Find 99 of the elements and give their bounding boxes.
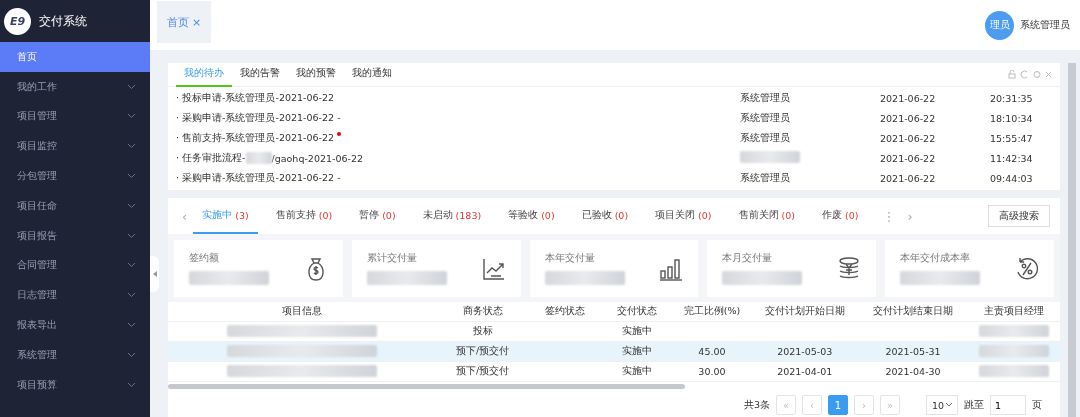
table-cell: 45.00 — [698, 346, 726, 357]
kpi-label: 本年交付量 — [544, 252, 596, 265]
todo-time: 09:44:03 — [990, 172, 1034, 184]
chevron-down-icon — [127, 381, 136, 388]
page-tab[interactable]: 首页 × — [157, 1, 212, 43]
app-title: 交付系统 — [39, 12, 87, 30]
chevron-down-icon — [127, 351, 136, 358]
page-size-select[interactable]: 10 — [926, 395, 958, 415]
table-cell: 实施中 — [622, 365, 653, 376]
sidebar-item[interactable]: 报表导出 — [0, 310, 150, 340]
column-header: 交付状态 — [616, 305, 659, 318]
unread-dot — [337, 132, 342, 136]
chevron-down-icon — [127, 292, 136, 299]
table-row[interactable]: 投标 实施中 — [168, 322, 1060, 342]
todo-user: 系统管理员 — [740, 91, 791, 105]
todo-date: 2021-06-22 — [880, 92, 937, 104]
page-unit: 页 — [1032, 398, 1042, 412]
status-tab[interactable]: 售前关闭 (0) — [729, 198, 805, 234]
todo-user: 系统管理员 — [740, 131, 791, 145]
chevron-down-icon — [127, 113, 136, 120]
vertical-scrollbar[interactable] — [1068, 63, 1076, 417]
table-cell: 30.00 — [698, 366, 726, 377]
status-tab[interactable]: 作废 (0) — [813, 198, 868, 234]
todo-title[interactable]: · 投标申请-系统管理员-2021-06-22 — [176, 91, 740, 105]
panel-tools-drawing[interactable] — [1008, 70, 1052, 79]
kpi-label: 累计交付量 — [366, 252, 418, 265]
logo: E9 — [4, 7, 31, 35]
total-count: 共3条 — [743, 398, 770, 412]
todo-date: 2021-06-22 — [880, 172, 937, 184]
status-tab[interactable]: 项目关闭 (0) — [646, 198, 721, 234]
chevron-down-icon — [127, 202, 136, 209]
table-cell: 2021-05-03 — [777, 346, 833, 357]
status-tab[interactable]: 暂停 (0) — [350, 198, 405, 234]
table-cell: 2021-04-30 — [885, 366, 941, 377]
table-cell: 2021-05-31 — [885, 346, 941, 357]
table-cell: 预下/预交付 — [455, 365, 510, 376]
chevron-down-icon — [127, 262, 136, 269]
sidebar-item[interactable]: 合同管理 — [0, 250, 150, 281]
column-header: 签约状态 — [544, 305, 586, 318]
percent-icon — [1014, 255, 1040, 282]
table-cell: 实施中 — [622, 345, 653, 356]
todo-title[interactable]: · 售前支持-系统管理员-2021-06-22 — [176, 131, 740, 145]
todo-title[interactable]: · 采购申请-系统管理员-2021-06-22 - — [176, 111, 740, 125]
todo-time: 18:10:34 — [990, 112, 1034, 124]
status-tab[interactable]: 未启动 (183) — [413, 198, 491, 234]
table-row[interactable]: 预下/预交付 实施中 30.00 2021-04-01 2021-04-30 — [168, 362, 1060, 382]
column-header: 主责项目经理 — [982, 305, 1045, 318]
sidebar-item[interactable]: 项目报告 — [0, 220, 150, 251]
close-icon[interactable]: × — [192, 15, 202, 29]
table-cell: 投标 — [472, 325, 493, 336]
todo-date: 2021-06-22 — [880, 152, 937, 164]
column-header: 完工比例(%) — [682, 305, 742, 318]
column-header: 项目信息 — [281, 305, 324, 318]
sidebar-item[interactable]: 系统管理 — [0, 339, 150, 370]
todo-date: 2021-06-22 — [880, 112, 937, 124]
todo-user: 系统管理员 — [740, 111, 791, 125]
advanced-search-button[interactable]: 高级搜索 — [988, 205, 1050, 227]
chevron-down-icon — [127, 322, 136, 329]
todo-date: 2021-06-22 — [880, 132, 937, 144]
todo-title[interactable]: · 任务审批流程- /gaohq-2021-06-22 — [176, 151, 740, 165]
chevron-down-icon — [127, 143, 136, 150]
table-cell: 预下/预交付 — [455, 345, 510, 356]
jump-input-field[interactable]: 1 — [990, 395, 1026, 415]
kpi-label: 本月交付量 — [722, 252, 774, 265]
todo-title[interactable]: · 采购申请-系统管理员-2021-06-22 - — [176, 171, 740, 185]
tab[interactable]: 我的告警 — [232, 62, 288, 87]
jump-label: 跳至 — [964, 398, 984, 412]
todo-time: 11:42:34 — [990, 152, 1034, 164]
todo-time: 20:31:35 — [990, 92, 1034, 104]
sidebar-item[interactable]: 项目管理 — [0, 101, 150, 132]
column-header: 交付计划开始日期 — [763, 305, 846, 318]
sidebar-item[interactable]: 首页 — [0, 42, 150, 72]
user-name[interactable]: 系统管理员 — [1020, 18, 1070, 32]
sidebar-item[interactable]: 日志管理 — [0, 280, 150, 311]
horizontal-scrollbar[interactable] — [168, 384, 686, 389]
todo-user: 系统管理员 — [740, 171, 791, 185]
table-cell: 实施中 — [622, 325, 653, 336]
sidebar-item[interactable]: 分包管理 — [0, 161, 150, 191]
tab[interactable]: 我的预警 — [288, 62, 344, 87]
sidebar-item[interactable]: 我的工作 — [0, 71, 150, 102]
collapse-handle[interactable] — [150, 256, 159, 292]
status-tab[interactable]: 等验收 (0) — [499, 198, 564, 234]
todo-time: 15:55:47 — [990, 132, 1034, 144]
kpi-label: 签约额 — [189, 252, 220, 265]
sidebar-item[interactable]: 项目任命 — [0, 191, 150, 221]
status-tab[interactable]: 已验收 (0) — [572, 198, 638, 234]
tab[interactable]: 我的通知 — [344, 62, 400, 87]
kpi-label: 本年交付成本率 — [900, 252, 972, 265]
chevron-down-icon — [127, 83, 136, 90]
table-cell: 2021-04-01 — [777, 366, 833, 377]
caret-icon — [946, 403, 953, 407]
chevron-down-icon — [127, 232, 136, 239]
sidebar-item[interactable]: 项目预算 — [0, 369, 150, 400]
column-header: 交付计划结束日期 — [872, 305, 955, 318]
status-tab[interactable]: 售前支持 (0) — [266, 198, 342, 234]
chevron-down-icon — [127, 173, 136, 180]
column-header: 商务状态 — [461, 305, 504, 318]
sidebar-item[interactable]: 项目监控 — [0, 131, 150, 162]
table-row[interactable]: 预下/预交付 实施中 45.00 2021-05-03 2021-05-31 — [168, 342, 1060, 362]
